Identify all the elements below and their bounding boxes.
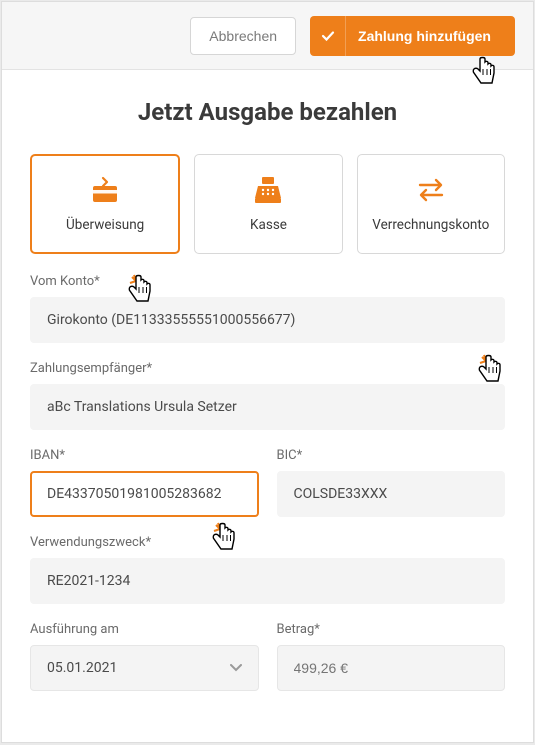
execution-date-select[interactable]: 05.01.2021 bbox=[30, 645, 259, 691]
exchange-arrows-icon bbox=[416, 175, 446, 205]
method-label: Kasse bbox=[250, 217, 287, 233]
method-clearing[interactable]: Verrechnungskonto bbox=[357, 154, 505, 254]
execution-date-label: Ausführung am bbox=[30, 622, 259, 637]
submit-label: Zahlung hinzufügen bbox=[358, 28, 491, 44]
from-account-select[interactable]: Girokonto (DE11333555551000556677) bbox=[30, 297, 505, 343]
cash-register-icon bbox=[252, 175, 284, 205]
purpose-label: Verwendungszweck* bbox=[30, 535, 505, 550]
check-icon bbox=[310, 16, 346, 56]
topbar: Abbrechen Zahlung hinzufügen bbox=[2, 2, 533, 70]
payee-input[interactable]: aBc Translations Ursula Setzer bbox=[30, 384, 505, 430]
payee-label: Zahlungsempfänger* bbox=[30, 361, 505, 376]
bic-input[interactable]: COLSDE33XXX bbox=[277, 471, 506, 517]
method-cash[interactable]: Kasse bbox=[194, 154, 342, 254]
iban-label: IBAN* bbox=[30, 448, 259, 463]
method-label: Verrechnungskonto bbox=[372, 217, 489, 233]
card-arrow-icon bbox=[88, 175, 122, 205]
submit-button[interactable]: Zahlung hinzufügen bbox=[310, 16, 515, 56]
iban-input[interactable]: DE43370501981005283682 bbox=[30, 471, 259, 517]
payment-methods: Überweisung Kasse bbox=[30, 154, 505, 254]
bic-label: BIC* bbox=[277, 448, 506, 463]
execution-date-value: 05.01.2021 bbox=[47, 660, 117, 676]
method-transfer[interactable]: Überweisung bbox=[30, 154, 180, 254]
cancel-button[interactable]: Abbrechen bbox=[190, 17, 296, 55]
chevron-down-icon bbox=[230, 660, 242, 676]
amount-label: Betrag* bbox=[277, 622, 506, 637]
amount-input[interactable] bbox=[277, 645, 506, 691]
method-label: Überweisung bbox=[66, 217, 144, 233]
purpose-input[interactable]: RE2021-1234 bbox=[30, 558, 505, 604]
page-title: Jetzt Ausgabe bezahlen bbox=[30, 98, 505, 126]
from-account-label: Vom Konto* bbox=[30, 274, 505, 289]
